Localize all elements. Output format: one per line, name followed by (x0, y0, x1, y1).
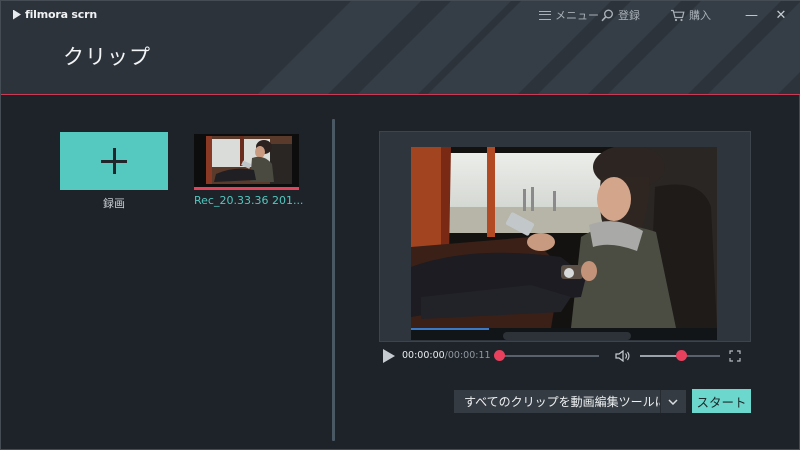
menu-label: メニュー (555, 9, 599, 22)
hamburger-menu-icon (539, 10, 551, 20)
clip-name: Rec_20.33.36 201... (194, 194, 304, 207)
login-button[interactable]: 登録 (601, 7, 640, 23)
clip-selected-indicator (194, 187, 299, 190)
record-button[interactable] (60, 132, 168, 190)
play-icon[interactable] (383, 349, 395, 363)
export-target-value: すべてのクリップを動画編集ツールにエ (464, 395, 660, 409)
panel-divider[interactable] (332, 119, 335, 441)
menu-button[interactable]: メニュー (539, 7, 599, 23)
top-actions: メニュー 登録 購入 — ✕ (523, 7, 787, 23)
close-button[interactable]: ✕ (775, 8, 787, 23)
time-display: 00:00:00/00:00:11 (402, 350, 491, 361)
video-preview[interactable] (411, 147, 717, 328)
minimize-button[interactable]: — (745, 8, 758, 23)
volume-handle[interactable] (676, 350, 688, 361)
video-overlay-controls (503, 332, 631, 340)
video-overlay-bar (411, 328, 717, 340)
seek-bar[interactable] (499, 355, 599, 357)
record-label: 録画 (103, 197, 125, 210)
logo-icon (13, 9, 21, 20)
export-target-select[interactable]: すべてのクリップを動画編集ツールにエ (454, 390, 686, 413)
purchase-button[interactable]: 購入 (670, 7, 711, 23)
plus-icon (101, 148, 127, 174)
purchase-label: 購入 (689, 9, 711, 22)
app-logo: filmora scrn (13, 8, 97, 21)
search-icon (601, 9, 613, 21)
chevron-down-icon (667, 398, 678, 405)
logo-text: filmora scrn (25, 8, 97, 21)
page-title: クリップ (63, 45, 151, 69)
volume-icon[interactable] (615, 350, 631, 362)
current-time: 00:00:00 (402, 350, 445, 361)
export-dropdown-toggle[interactable] (660, 390, 684, 413)
start-button[interactable]: スタート (692, 389, 751, 413)
clip-thumbnail[interactable] (194, 134, 299, 187)
seek-handle[interactable] (493, 350, 505, 361)
player-controls: 00:00:00/00:00:11 (381, 347, 751, 365)
fullscreen-icon[interactable] (729, 350, 741, 362)
total-time: /00:00:11 (444, 350, 491, 361)
login-label: 登録 (618, 9, 640, 22)
cart-icon (671, 9, 685, 21)
app-window: filmora scrn クリップ メニュー 登録 購入 — ✕ 録画 Rec_… (0, 0, 800, 450)
video-overlay-progress (411, 328, 489, 330)
clip-thumbnail-image (194, 134, 299, 187)
header: filmora scrn クリップ メニュー 登録 購入 — ✕ (1, 1, 800, 95)
video-frame-image (411, 147, 717, 328)
